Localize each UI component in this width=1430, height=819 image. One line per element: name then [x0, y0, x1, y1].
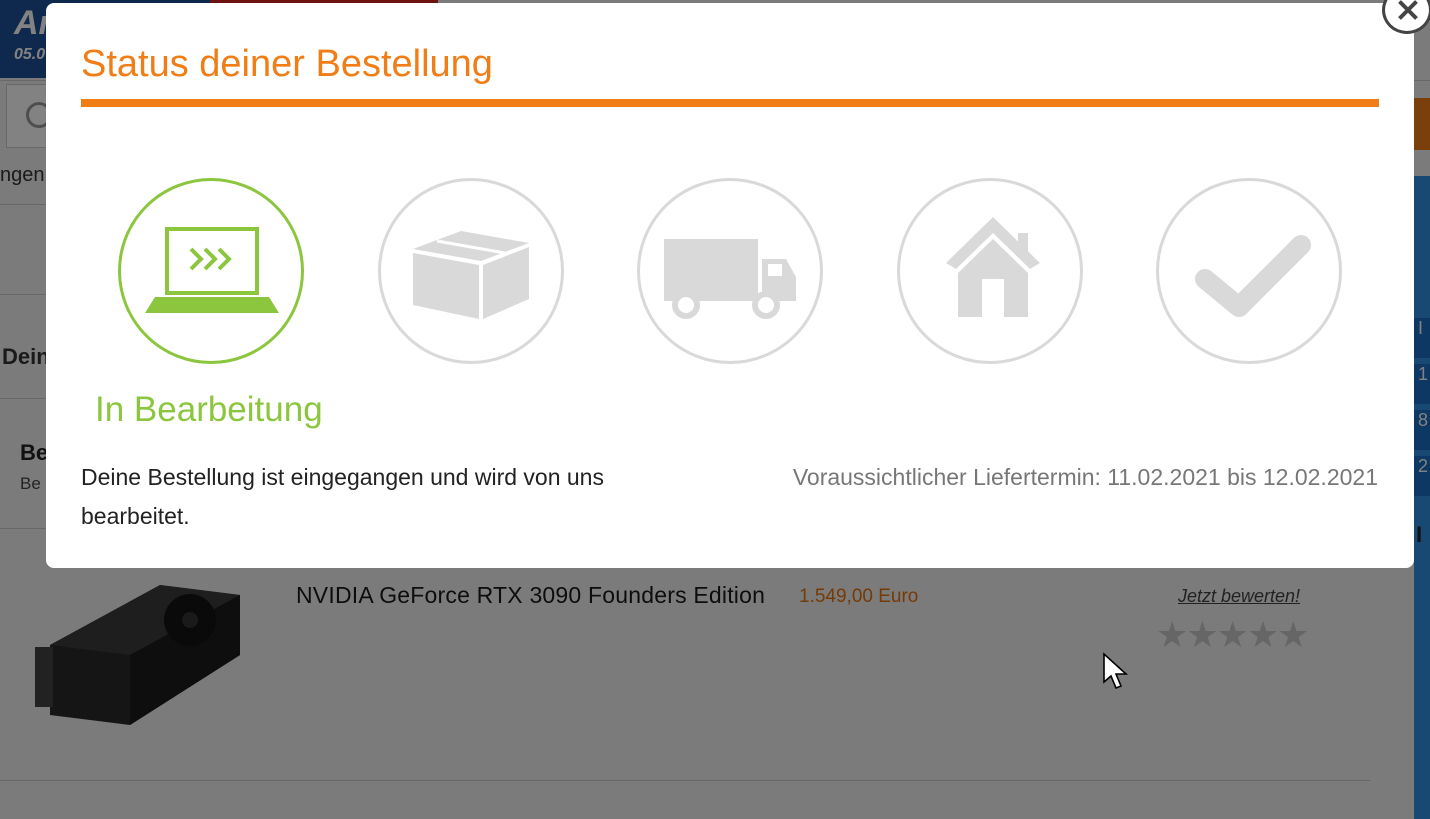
title-divider [81, 99, 1379, 107]
status-step-complete [1156, 178, 1342, 364]
status-step-delivered [897, 178, 1083, 364]
truck-icon [664, 239, 796, 319]
checkmark-icon [1195, 235, 1311, 317]
mouse-cursor-icon [1103, 652, 1129, 690]
status-step-shipping [637, 178, 823, 364]
status-description: Deine Bestellung ist eingegangen und wir… [81, 464, 604, 529]
order-status-modal: Status deiner Bestellung In Bearbeitung … [46, 3, 1414, 568]
status-step-packed [378, 178, 564, 364]
house-icon [946, 217, 1040, 317]
laptop-icon [145, 227, 279, 313]
delivery-estimate: Voraussichtlicher Liefertermin: 11.02.20… [792, 464, 1378, 490]
modal-title: Status deiner Bestellung [81, 43, 493, 85]
current-status-label: In Bearbeitung [95, 390, 323, 429]
status-step-processing [118, 178, 304, 364]
box-icon [413, 231, 529, 319]
